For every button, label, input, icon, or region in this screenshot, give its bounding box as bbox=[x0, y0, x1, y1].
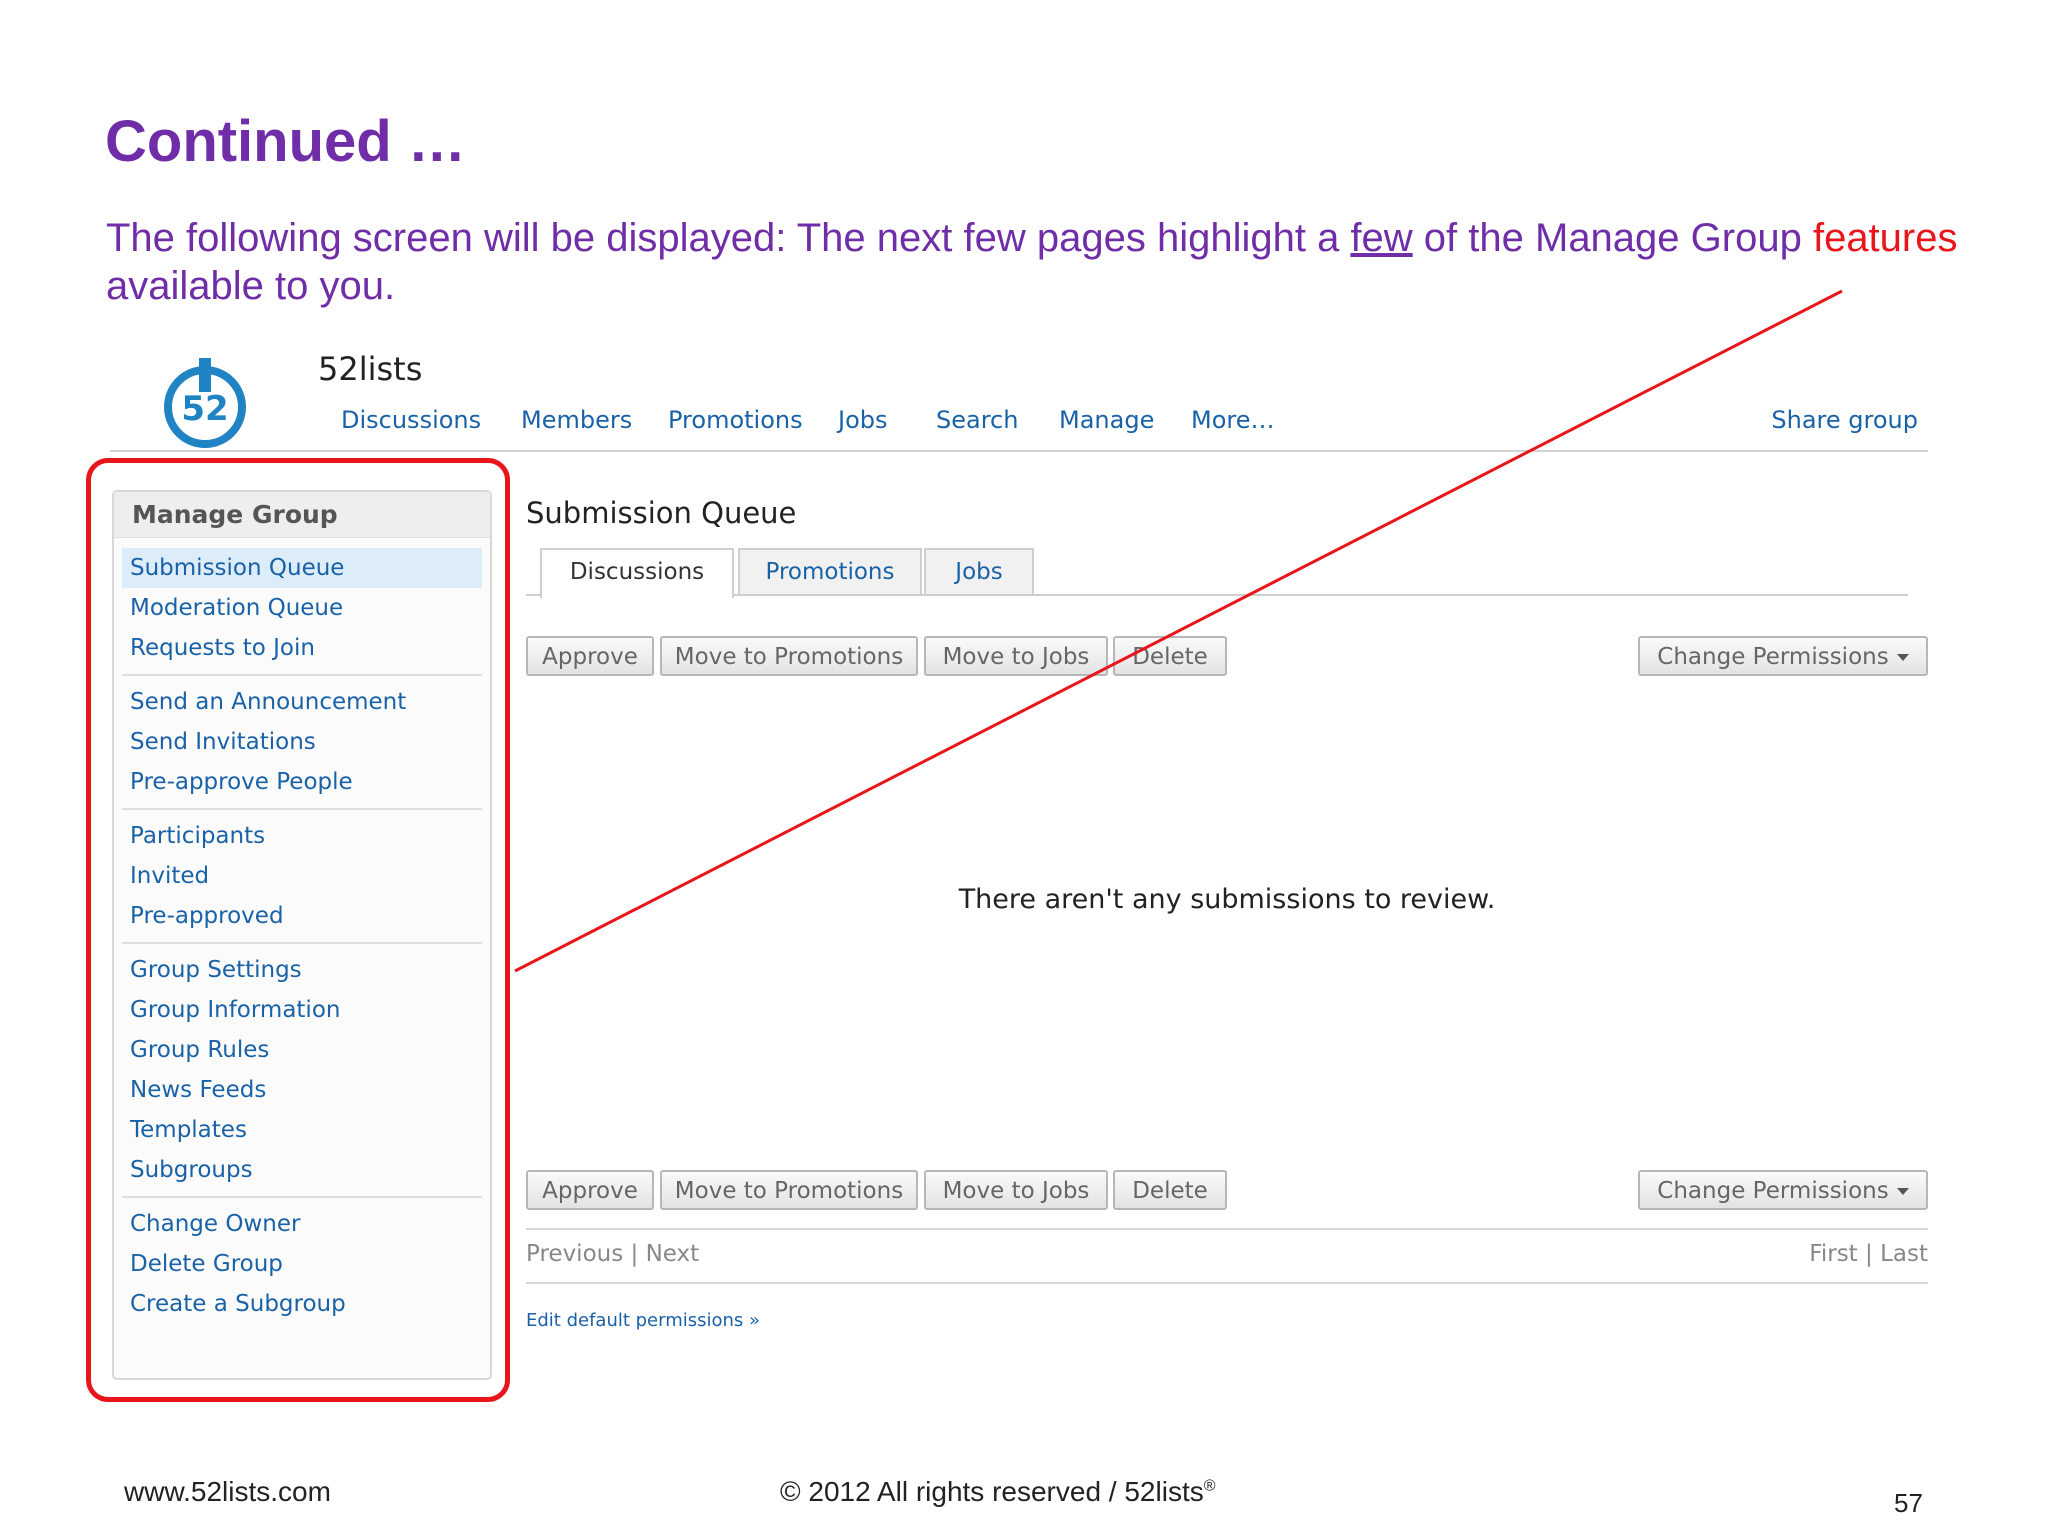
footer-copyright-text: © 2012 All rights reserved / 52lists bbox=[780, 1476, 1204, 1507]
chevron-down-icon bbox=[1896, 1188, 1909, 1195]
tab-discussions[interactable]: Discussions bbox=[540, 548, 734, 598]
intro-underlined: few bbox=[1350, 216, 1413, 260]
top-navigation: Discussions Members Promotions Jobs Sear… bbox=[110, 406, 1928, 452]
change-permissions-label-top: Change Permissions bbox=[1657, 644, 1889, 670]
nav-promotions[interactable]: Promotions bbox=[668, 406, 803, 434]
nav-manage[interactable]: Manage bbox=[1059, 406, 1154, 434]
delete-button-bottom[interactable]: Delete bbox=[1113, 1170, 1227, 1210]
pager-right: First | Last bbox=[1809, 1230, 1928, 1278]
queue-tabs: Discussions Promotions Jobs bbox=[526, 548, 1908, 598]
change-permissions-dropdown-top[interactable]: Change Permissions bbox=[1638, 636, 1928, 676]
change-permissions-dropdown-bottom[interactable]: Change Permissions bbox=[1638, 1170, 1928, 1210]
nav-members[interactable]: Members bbox=[521, 406, 632, 434]
intro-red-word: features bbox=[1812, 216, 1958, 260]
pager-separator: | bbox=[1865, 1241, 1873, 1267]
intro-part-3: available to you. bbox=[106, 264, 396, 308]
intro-part-2: of the Manage Group bbox=[1412, 216, 1813, 260]
pager-previous[interactable]: Previous bbox=[526, 1241, 623, 1267]
delete-button-top[interactable]: Delete bbox=[1113, 636, 1227, 676]
change-permissions-label-bottom: Change Permissions bbox=[1657, 1178, 1889, 1204]
nav-more[interactable]: More… bbox=[1191, 406, 1275, 434]
move-to-promotions-button-bottom[interactable]: Move to Promotions bbox=[660, 1170, 918, 1210]
nav-search[interactable]: Search bbox=[936, 406, 1018, 434]
move-to-promotions-button-top[interactable]: Move to Promotions bbox=[660, 636, 918, 676]
highlight-annotation-box bbox=[86, 458, 510, 1402]
nav-jobs[interactable]: Jobs bbox=[838, 406, 888, 434]
pager-next[interactable]: Next bbox=[646, 1241, 700, 1267]
page-number: 57 bbox=[1894, 1488, 1923, 1518]
approve-button-bottom[interactable]: Approve bbox=[526, 1170, 654, 1210]
slide-title: Continued … bbox=[105, 109, 466, 174]
pager-first[interactable]: First bbox=[1809, 1241, 1857, 1267]
empty-state-message: There aren't any submissions to review. bbox=[958, 884, 1496, 915]
footer-url: www.52lists.com bbox=[124, 1476, 331, 1507]
nav-discussions[interactable]: Discussions bbox=[341, 406, 481, 434]
intro-part-1: The following screen will be displayed: … bbox=[106, 216, 1351, 260]
approve-button-top[interactable]: Approve bbox=[526, 636, 654, 676]
pager-last[interactable]: Last bbox=[1880, 1241, 1928, 1267]
edit-default-permissions-link[interactable]: Edit default permissions » bbox=[526, 1310, 760, 1331]
tab-jobs[interactable]: Jobs bbox=[924, 548, 1034, 594]
pager-left: Previous | Next bbox=[526, 1230, 699, 1278]
page-title: Submission Queue bbox=[526, 496, 797, 530]
pager: Previous | Next First | Last bbox=[526, 1228, 1928, 1284]
pager-separator: | bbox=[630, 1241, 639, 1267]
brand-name: 52lists bbox=[318, 350, 423, 388]
move-to-jobs-button-top[interactable]: Move to Jobs bbox=[924, 636, 1108, 676]
chevron-down-icon bbox=[1896, 654, 1909, 661]
move-to-jobs-button-bottom[interactable]: Move to Jobs bbox=[924, 1170, 1108, 1210]
share-group-link[interactable]: Share group bbox=[1771, 406, 1918, 434]
tab-promotions[interactable]: Promotions bbox=[738, 548, 922, 594]
footer-copyright: © 2012 All rights reserved / 52lists® bbox=[780, 1476, 1216, 1508]
registered-mark: ® bbox=[1203, 1477, 1216, 1495]
intro-text: The following screen will be displayed: … bbox=[106, 214, 2006, 310]
